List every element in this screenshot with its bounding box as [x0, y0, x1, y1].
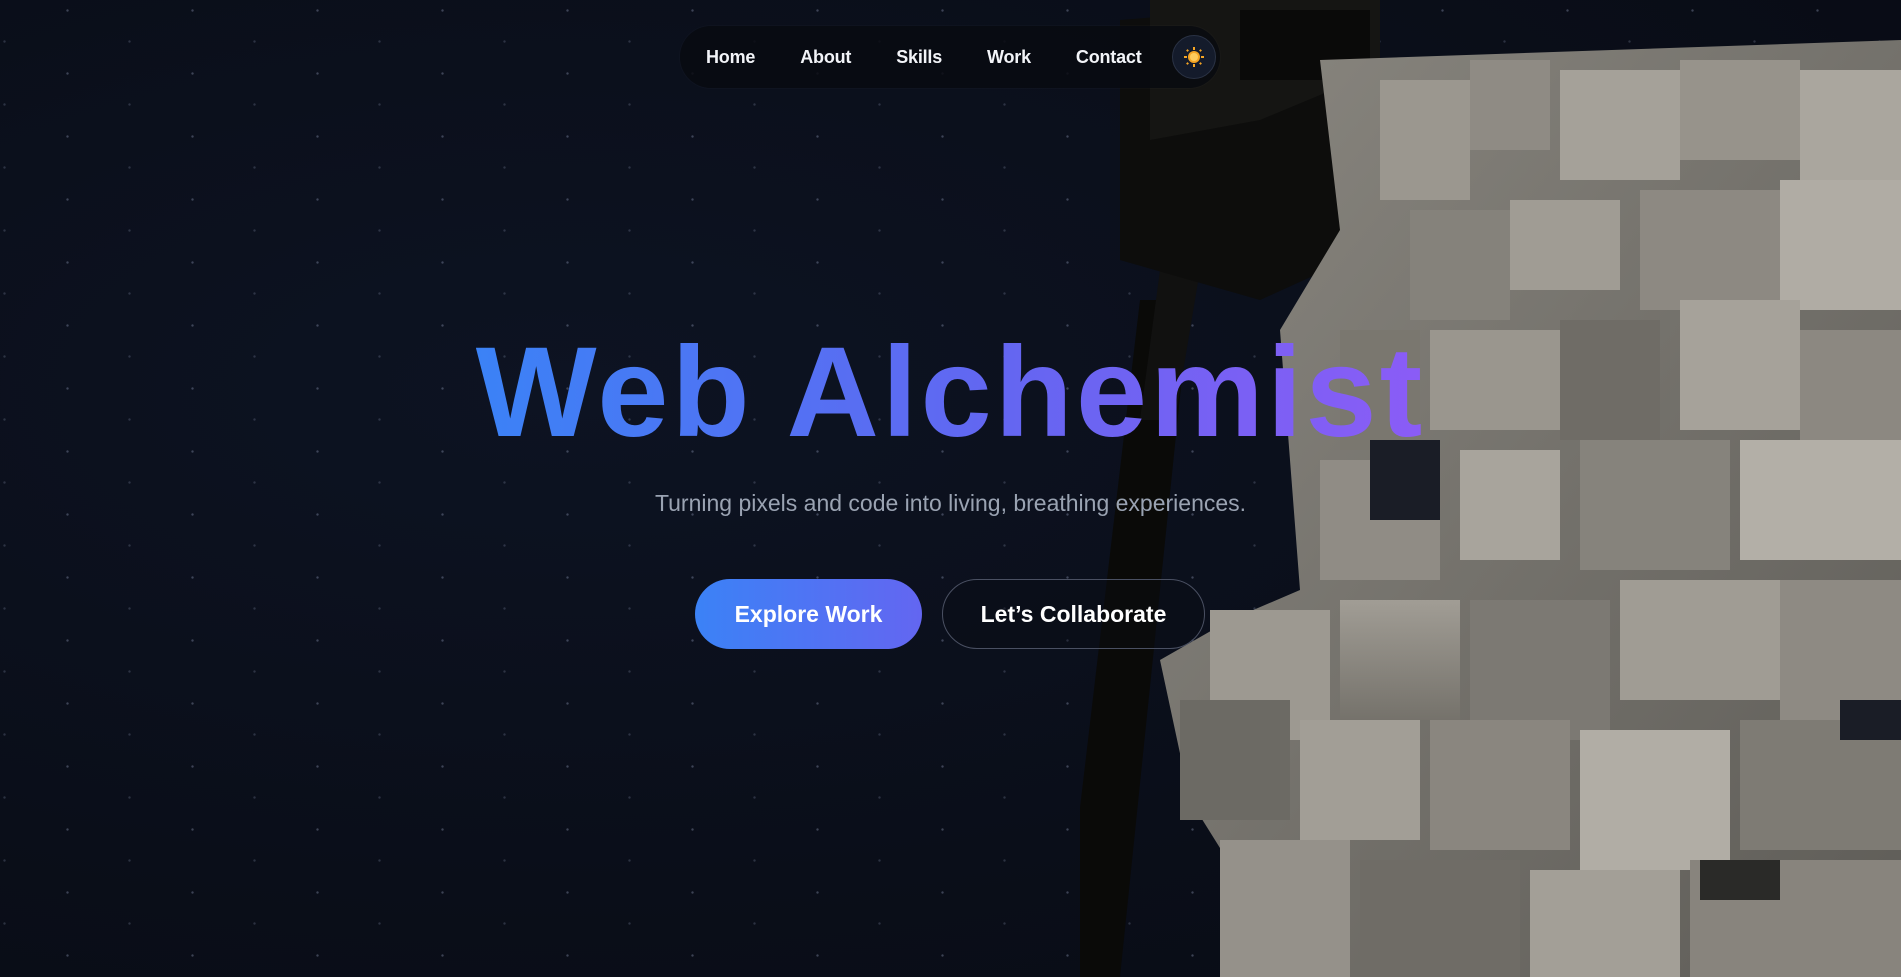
hero-title: Web Alchemist	[0, 318, 1901, 468]
sun-icon	[1183, 47, 1204, 67]
nav-item-home[interactable]: Home	[706, 47, 755, 68]
collaborate-button[interactable]: Let’s Collaborate	[942, 579, 1205, 649]
explore-work-button[interactable]: Explore Work	[695, 579, 922, 649]
main-navigation: Home About Skills Work Contact	[680, 26, 1220, 88]
nav-item-work[interactable]: Work	[987, 47, 1031, 68]
nav-item-skills[interactable]: Skills	[896, 47, 942, 68]
nav-item-about[interactable]: About	[800, 47, 851, 68]
voxel-figure-illustration	[1080, 0, 1901, 977]
nav-item-contact[interactable]: Contact	[1076, 47, 1142, 68]
hero-subtitle: Turning pixels and code into living, bre…	[654, 490, 1247, 516]
hero-title-text: Web Alchemist	[475, 321, 1426, 464]
page: Home About Skills Work Contact Web Alche…	[0, 0, 1901, 977]
theme-toggle-button[interactable]	[1171, 35, 1216, 79]
